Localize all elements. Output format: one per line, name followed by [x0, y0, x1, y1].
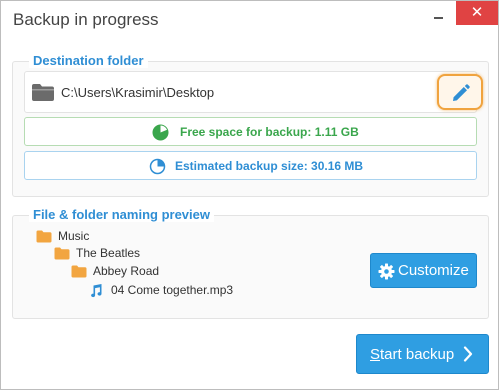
minimize-button[interactable] [424, 5, 452, 27]
chevron-right-icon [463, 346, 473, 366]
folder-icon [31, 83, 55, 102]
start-backup-mnemonic: S [370, 346, 381, 363]
customize-button[interactable]: Customize [370, 253, 477, 288]
tree-item-label: 04 Come together.mp3 [111, 283, 234, 297]
folder-icon [71, 265, 87, 281]
backup-window: Backup in progress ✕ Destination folder … [0, 0, 499, 390]
title-bar[interactable]: Backup in progress ✕ [1, 1, 498, 39]
free-space-box: Free space for backup: 1.11 GB [24, 117, 477, 146]
estimated-size-text: Estimated backup size: 30.16 MB [175, 159, 364, 173]
pie-chart-icon [152, 124, 169, 141]
tree-item-label: Abbey Road [93, 264, 160, 278]
tree-item-label: The Beatles [76, 246, 141, 260]
window-title: Backup in progress [13, 10, 159, 29]
start-backup-label-rest: tart backup [380, 346, 455, 363]
customize-label: Customize [398, 262, 469, 279]
pie-chart-outline-icon [149, 158, 166, 175]
naming-preview-legend: File & folder naming preview [29, 207, 214, 222]
start-backup-label: Start backup [370, 346, 454, 363]
close-button[interactable]: ✕ [456, 1, 498, 25]
start-backup-button[interactable]: Start backup [356, 334, 489, 374]
edit-destination-button[interactable] [437, 74, 483, 110]
folder-icon [54, 247, 70, 263]
estimated-size-box: Estimated backup size: 30.16 MB [24, 151, 477, 180]
destination-folder-legend: Destination folder [29, 53, 148, 68]
folder-icon [36, 230, 52, 246]
music-note-icon [89, 284, 103, 301]
destination-path: C:\Users\Krasimir\Desktop [61, 85, 215, 100]
tree-item-label: Music [58, 229, 90, 243]
free-space-text: Free space for backup: 1.11 GB [180, 125, 359, 139]
